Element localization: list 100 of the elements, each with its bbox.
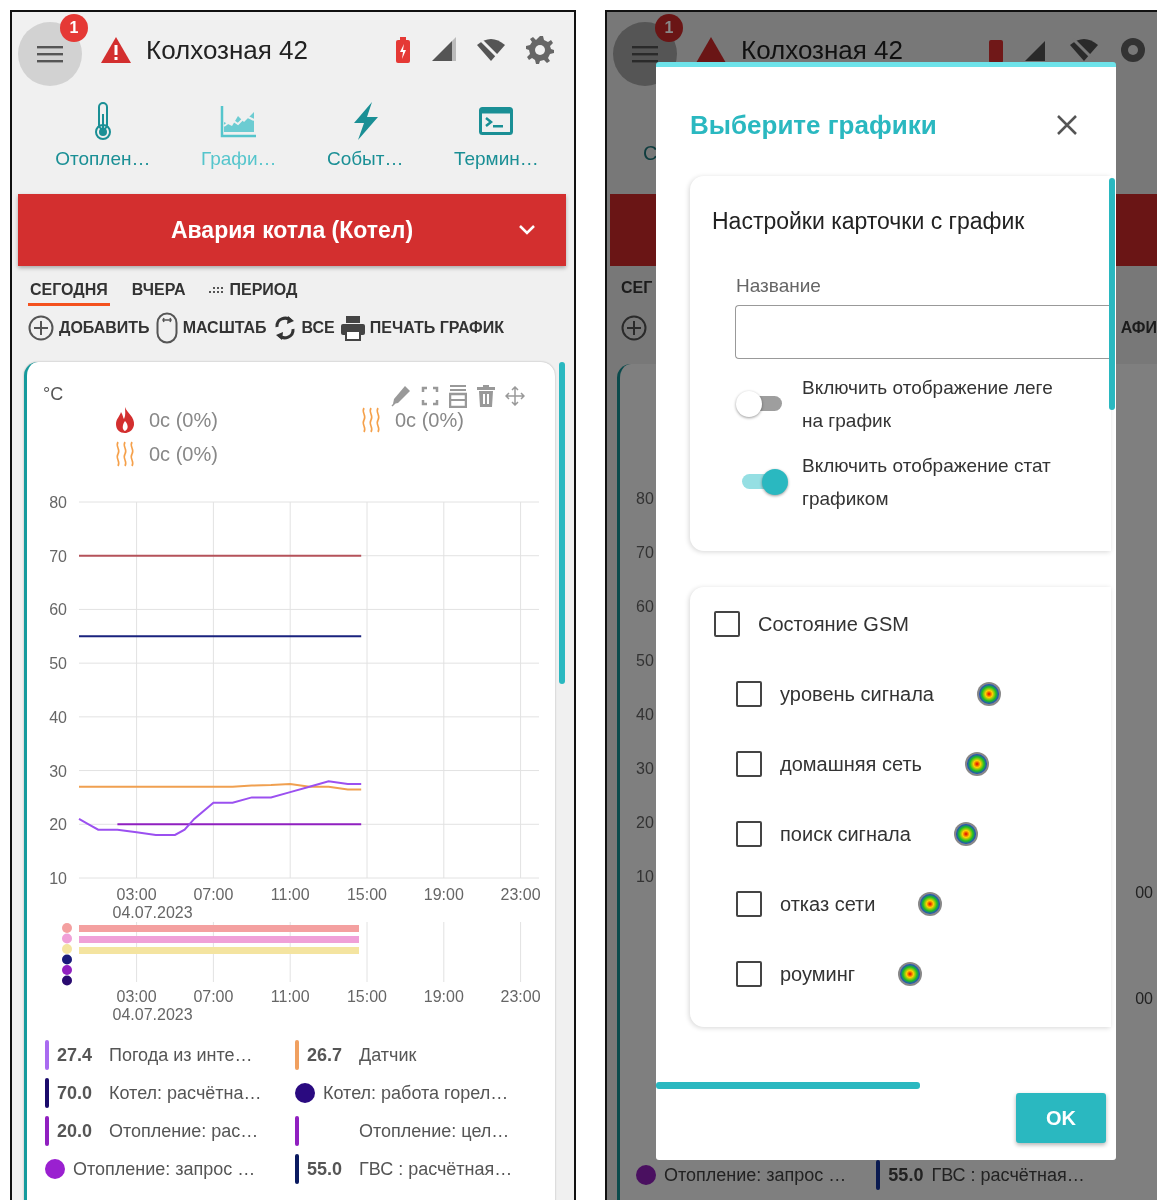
layers-icon[interactable] [449, 384, 467, 408]
x-tick-label: 07:00 [193, 988, 234, 1005]
gradient-dot-icon [964, 751, 990, 777]
delete-icon[interactable] [477, 385, 495, 407]
name-input-field[interactable] [735, 305, 1111, 359]
stat-value: 0c (0%) [395, 408, 464, 432]
legend-value: 70.0 [57, 1082, 94, 1104]
y-tick-label: 50 [636, 651, 654, 671]
action-label: АФИ [1120, 319, 1157, 337]
gradient-dot-icon [976, 681, 1002, 707]
x-tick-label: 19:00 [423, 988, 464, 1005]
x-tick-label: 03:00 [116, 988, 157, 1005]
y-tick-label: 10 [49, 870, 67, 887]
add-icon [28, 315, 54, 341]
y-tick-label: 30 [49, 762, 67, 780]
y-tick-label: 80 [49, 494, 67, 511]
gradient-dot-icon [897, 961, 924, 987]
legend-label: Котел: расчётна… [109, 1082, 262, 1104]
checkbox[interactable] [736, 751, 762, 777]
x-tick-label: 19:00 [423, 886, 464, 903]
scrollbar[interactable] [559, 362, 565, 684]
battery-icon [989, 37, 1003, 63]
menu-icon [37, 44, 63, 64]
y-tick-label: 10 [636, 867, 654, 887]
printer-icon [340, 315, 365, 341]
nav-tab-label: С [643, 142, 658, 164]
action-button[interactable]: ПЕЧАТЬ ГРАФИК [340, 312, 505, 344]
legend-value: 27.4 [57, 1044, 94, 1066]
signal-icon [430, 37, 456, 63]
toggle-label: Включить отображение леге на график [802, 376, 1053, 433]
y-tick-label: 70 [49, 547, 67, 565]
alarm-text: Авария котла (Котел) [170, 216, 414, 244]
notification-badge: 1 [60, 14, 88, 42]
x-tick-label: 11:00 [270, 886, 310, 903]
add-icon [621, 315, 647, 341]
stat-value: 0c (0%) [149, 442, 218, 466]
mouse-icon [155, 312, 178, 344]
card-heading: Настройки карточки с график [712, 208, 1026, 235]
checkbox-label: уровень сигнала [780, 682, 934, 706]
close-icon [1056, 114, 1078, 136]
y-tick-label: 20 [49, 816, 67, 834]
checkbox[interactable] [736, 821, 762, 847]
checkbox[interactable] [736, 961, 762, 987]
notification-badge: 1 [655, 14, 683, 42]
alarm-bar[interactable]: Авария котла (Котел) [18, 194, 566, 266]
move-icon[interactable] [505, 386, 525, 406]
checkbox[interactable] [736, 681, 762, 707]
chevron-down-icon [518, 224, 536, 236]
location-title: Колхозная 42 [741, 34, 904, 66]
toggle-label: Включить отображение стат графиком [802, 454, 1051, 511]
scrollbar[interactable] [656, 1082, 920, 1089]
checkbox-label: поиск сигнала [780, 822, 911, 846]
date-label: 04.07.2023 [112, 904, 193, 920]
heat-waves-icon [361, 406, 381, 434]
action-button[interactable]: ДОБАВИТЬ [28, 312, 150, 344]
gradient-dot-icon [917, 891, 944, 917]
legend-value: 55.0 [307, 1158, 344, 1180]
legend-label: Отопление: цел… [359, 1120, 510, 1142]
fullscreen-icon[interactable] [421, 385, 439, 407]
x-tick-label: 03:00 [116, 886, 157, 903]
action-button[interactable]: ВСЕ [272, 312, 335, 344]
legend-label: Котел: работа горел… [323, 1082, 509, 1104]
period-tab[interactable]: ВЧЕРА [129, 278, 188, 306]
checkbox-label: роуминг [780, 962, 856, 986]
y-tick-label: 80 [636, 489, 654, 509]
warning-icon [100, 36, 132, 64]
x-tick-label: 00 [1135, 990, 1153, 1008]
close-button[interactable] [1056, 114, 1078, 136]
y-tick-label: 50 [49, 655, 67, 673]
action-button[interactable]: МАСШТАБ [155, 312, 267, 344]
legend-label: ГВС : расчётная… [931, 1164, 1085, 1186]
x-tick-label: 11:00 [270, 988, 310, 1005]
pencil-icon[interactable] [391, 385, 411, 407]
period-tab[interactable]: ПЕРИОД [207, 278, 300, 306]
dialog-title: Выберите графики [690, 109, 937, 141]
legend-label: Отопление: запрос … [664, 1164, 847, 1186]
y-tick-label: 60 [636, 597, 654, 617]
flame-icon [115, 407, 135, 433]
settings-icon[interactable] [526, 36, 554, 64]
y-tick-label: 40 [636, 705, 654, 725]
checkbox[interactable] [736, 891, 762, 917]
legend-label: ГВС : расчётная… [359, 1158, 513, 1180]
gradient-dot-icon [952, 821, 979, 847]
x-tick-label: 23:00 [500, 988, 541, 1005]
checkbox-label: отказ сети [780, 892, 876, 916]
checkbox[interactable] [714, 611, 740, 637]
menu-icon [632, 44, 658, 64]
date-label: 04.07.2023 [112, 1006, 193, 1023]
heat-waves-icon [115, 440, 135, 468]
y-tick-label: 60 [49, 601, 67, 619]
settings-icon [1119, 36, 1147, 64]
location-title: Колхозная 42 [146, 34, 309, 66]
scrollbar[interactable] [1109, 178, 1115, 410]
legend-label: Отопление: рас… [109, 1120, 259, 1142]
dot-grid-icon [209, 285, 226, 295]
stat-value: 0c (0%) [149, 408, 218, 432]
y-tick-label: 70 [636, 543, 654, 563]
period-tab[interactable]: СЕГОДНЯ [28, 278, 110, 306]
battery-icon [396, 37, 410, 63]
x-tick-label: 23:00 [500, 886, 541, 903]
